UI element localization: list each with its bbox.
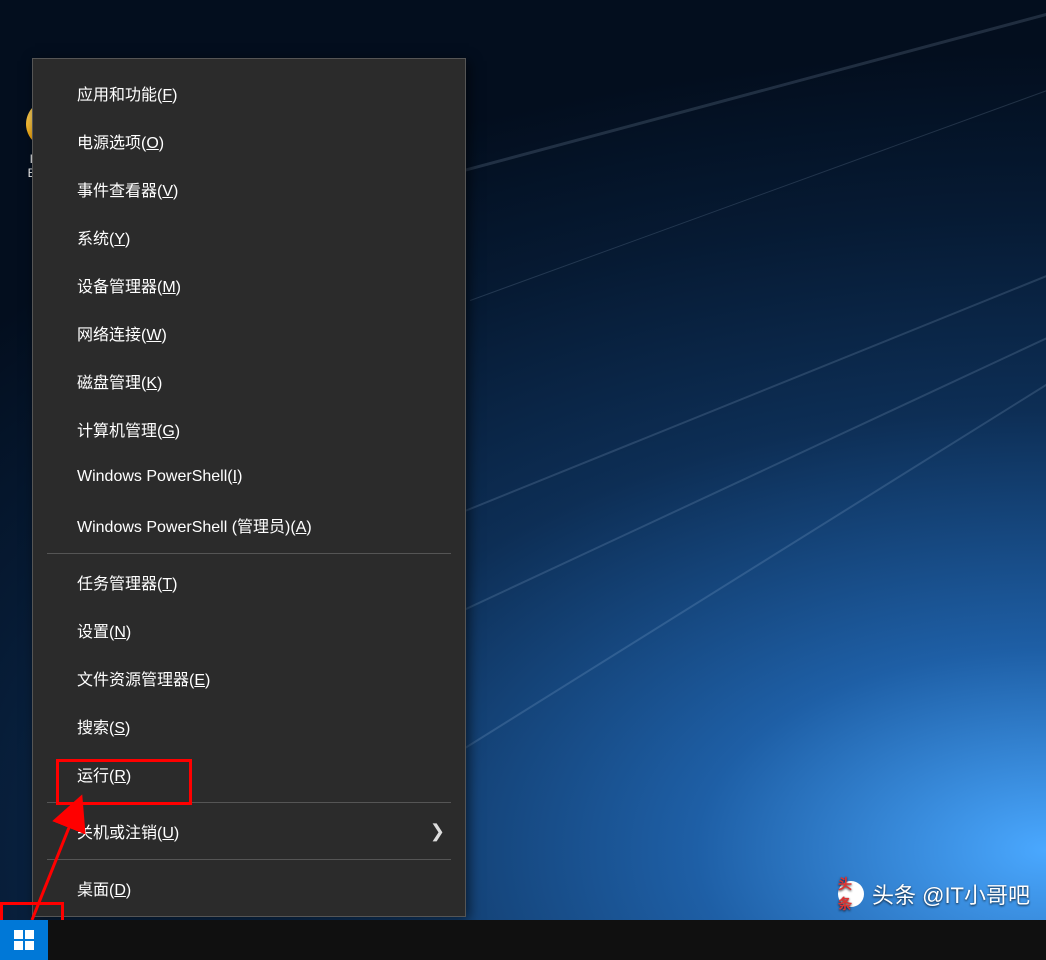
menu-item-label: 计算机管理(G) bbox=[77, 417, 180, 441]
bg-light-line bbox=[460, 0, 1046, 173]
menu-item-label: 系统(Y) bbox=[77, 225, 130, 249]
menu-item-label: Windows PowerShell(I) bbox=[77, 468, 242, 486]
windows-logo-icon bbox=[14, 930, 34, 950]
menu-item-label: 事件查看器(V) bbox=[77, 177, 178, 201]
menu-item-label: 文件资源管理器(E) bbox=[77, 666, 210, 690]
menu-item-powershell-admin[interactable]: Windows PowerShell (管理员)(A) bbox=[33, 501, 465, 549]
menu-item-computer-management[interactable]: 计算机管理(G) bbox=[33, 405, 465, 453]
menu-item-label: 电源选项(O) bbox=[77, 129, 164, 153]
menu-item-settings[interactable]: 设置(N) bbox=[33, 606, 465, 654]
menu-item-powershell[interactable]: Windows PowerShell(I) bbox=[33, 453, 465, 501]
menu-item-search[interactable]: 搜索(S) bbox=[33, 702, 465, 750]
menu-item-label: 应用和功能(F) bbox=[77, 81, 177, 105]
menu-item-power-options[interactable]: 电源选项(O) bbox=[33, 117, 465, 165]
winx-context-menu: 应用和功能(F) 电源选项(O) 事件查看器(V) 系统(Y) 设备管理器(M) 网络连接… bbox=[32, 58, 466, 917]
menu-item-file-explorer[interactable]: 文件资源管理器(E) bbox=[33, 654, 465, 702]
watermark: 头条 头条 @IT小哥吧 bbox=[838, 878, 1030, 910]
menu-item-label: 网络连接(W) bbox=[77, 321, 167, 345]
menu-item-network-connections[interactable]: 网络连接(W) bbox=[33, 309, 465, 357]
menu-item-label: 任务管理器(T) bbox=[77, 570, 177, 594]
menu-item-shutdown-signout[interactable]: 关机或注销(U) ❯ bbox=[33, 807, 465, 855]
menu-item-disk-management[interactable]: 磁盘管理(K) bbox=[33, 357, 465, 405]
menu-item-label: 磁盘管理(K) bbox=[77, 369, 162, 393]
menu-separator bbox=[47, 802, 451, 803]
menu-item-label: Windows PowerShell (管理员)(A) bbox=[77, 513, 312, 537]
menu-separator bbox=[47, 859, 451, 860]
menu-item-label: 搜索(S) bbox=[77, 714, 130, 738]
menu-item-device-manager[interactable]: 设备管理器(M) bbox=[33, 261, 465, 309]
menu-item-event-viewer[interactable]: 事件查看器(V) bbox=[33, 165, 465, 213]
watermark-text: 头条 @IT小哥吧 bbox=[872, 878, 1030, 910]
start-button[interactable] bbox=[0, 920, 48, 960]
chevron-right-icon: ❯ bbox=[430, 821, 445, 842]
desktop: 回收站 InternetExplorer 应用和功能(F)电源选项(O)事件查看… bbox=[0, 0, 1046, 960]
menu-item-run[interactable]: 运行(R) bbox=[33, 750, 465, 798]
menu-item-apps-and-features[interactable]: 应用和功能(F) bbox=[33, 69, 465, 117]
bg-light-line bbox=[440, 240, 1046, 622]
menu-item-label: 设备管理器(M) bbox=[77, 273, 181, 297]
menu-item-desktop-item[interactable]: 桌面(D) bbox=[33, 864, 465, 912]
menu-item-task-manager[interactable]: 任务管理器(T) bbox=[33, 558, 465, 606]
taskbar bbox=[0, 920, 1046, 960]
bg-light-line bbox=[440, 183, 1046, 522]
bg-light-line bbox=[460, 326, 1046, 752]
menu-item-label: 设置(N) bbox=[77, 618, 131, 642]
bg-light-line bbox=[470, 0, 1046, 301]
menu-item-system[interactable]: 系统(Y) bbox=[33, 213, 465, 261]
menu-separator bbox=[47, 553, 451, 554]
menu-item-label: 桌面(D) bbox=[77, 876, 131, 900]
watermark-icon: 头条 bbox=[838, 881, 864, 907]
menu-item-label: 运行(R) bbox=[77, 762, 131, 786]
menu-item-label: 关机或注销(U) bbox=[77, 819, 179, 843]
